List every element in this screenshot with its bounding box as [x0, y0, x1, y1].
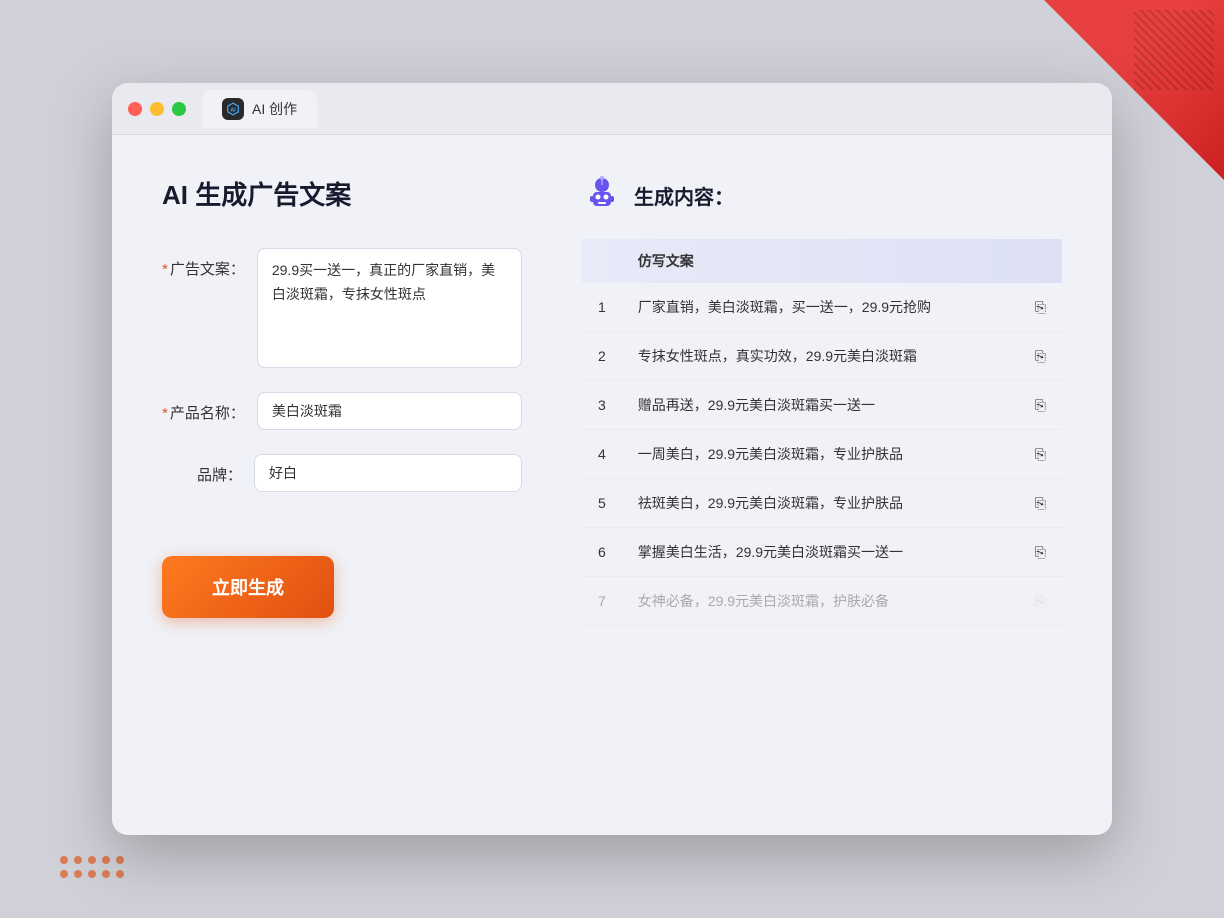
row-text: 专抹女性斑点，真实功效，29.9元美白淡斑霜: [622, 332, 1019, 381]
table-row: 4一周美白，29.9元美白淡斑霜，专业护肤品⎘: [582, 430, 1062, 479]
required-mark-product: *: [162, 405, 168, 422]
table-row: 1厂家直销，美白淡斑霜，买一送一，29.9元抢购⎘: [582, 283, 1062, 332]
product-name-input[interactable]: [257, 392, 522, 430]
table-row: 7女神必备，29.9元美白淡斑霜，护肤必备⎘: [582, 577, 1062, 626]
main-content: AI 生成广告文案 *广告文案： *产品名称： 品牌： 立: [112, 135, 1112, 835]
robot-icon: [582, 175, 622, 215]
copy-button[interactable]: ⎘: [1019, 283, 1062, 332]
minimize-button[interactable]: [150, 102, 164, 116]
table-row: 2专抹女性斑点，真实功效，29.9元美白淡斑霜⎘: [582, 332, 1062, 381]
row-number: 7: [582, 577, 622, 626]
right-title: 生成内容：: [634, 181, 734, 210]
ad-copy-label: *广告文案：: [162, 248, 245, 279]
close-button[interactable]: [128, 102, 142, 116]
svg-text:AI: AI: [230, 107, 236, 113]
table-row: 3赠品再送，29.9元美白淡斑霜买一送一⎘: [582, 381, 1062, 430]
titlebar: AI AI 创作: [112, 83, 1112, 135]
brand-input[interactable]: [254, 454, 522, 492]
table-row: 6掌握美白生活，29.9元美白淡斑霜买一送一⎘: [582, 528, 1062, 577]
copy-button[interactable]: ⎘: [1019, 528, 1062, 577]
row-text: 祛斑美白，29.9元美白淡斑霜，专业护肤品: [622, 479, 1019, 528]
col-header-copy: [1019, 239, 1062, 283]
ai-tab-icon: AI: [222, 98, 244, 120]
row-number: 1: [582, 283, 622, 332]
col-header-num: [582, 239, 622, 283]
row-number: 3: [582, 381, 622, 430]
product-name-label: *产品名称：: [162, 392, 245, 423]
brand-label: 品牌：: [162, 454, 242, 485]
row-text: 掌握美白生活，29.9元美白淡斑霜买一送一: [622, 528, 1019, 577]
row-number: 5: [582, 479, 622, 528]
dots-decoration: [60, 856, 124, 878]
maximize-button[interactable]: [172, 102, 186, 116]
table-row: 5祛斑美白，29.9元美白淡斑霜，专业护肤品⎘: [582, 479, 1062, 528]
row-number: 2: [582, 332, 622, 381]
form-group-ad-copy: *广告文案：: [162, 248, 522, 368]
copy-button[interactable]: ⎘: [1019, 479, 1062, 528]
tab-ai-creation[interactable]: AI AI 创作: [202, 90, 317, 128]
ad-copy-input[interactable]: [257, 248, 522, 368]
row-text: 赠品再送，29.9元美白淡斑霜买一送一: [622, 381, 1019, 430]
copy-button[interactable]: ⎘: [1019, 332, 1062, 381]
row-text: 厂家直销，美白淡斑霜，买一送一，29.9元抢购: [622, 283, 1019, 332]
copy-button[interactable]: ⎘: [1019, 381, 1062, 430]
row-number: 6: [582, 528, 622, 577]
browser-window: AI AI 创作 AI 生成广告文案 *广告文案： *产品名称：: [112, 83, 1112, 835]
right-header: 生成内容：: [582, 175, 1062, 215]
row-text: 女神必备，29.9元美白淡斑霜，护肤必备: [622, 577, 1019, 626]
results-table: 仿写文案 1厂家直销，美白淡斑霜，买一送一，29.9元抢购⎘2专抹女性斑点，真实…: [582, 239, 1062, 626]
row-text: 一周美白，29.9元美白淡斑霜，专业护肤品: [622, 430, 1019, 479]
table-header-row: 仿写文案: [582, 239, 1062, 283]
left-panel: AI 生成广告文案 *广告文案： *产品名称： 品牌： 立: [162, 175, 522, 795]
form-group-brand: 品牌：: [162, 454, 522, 492]
page-title: AI 生成广告文案: [162, 175, 522, 212]
col-header-text: 仿写文案: [622, 239, 1019, 283]
form-group-product-name: *产品名称：: [162, 392, 522, 430]
right-panel: 生成内容： 仿写文案 1厂家直销，美白淡斑霜，买一送一，29.9元抢购⎘2专抹女…: [582, 175, 1062, 795]
copy-button[interactable]: ⎘: [1019, 577, 1062, 626]
window-controls: [128, 102, 186, 116]
copy-button[interactable]: ⎘: [1019, 430, 1062, 479]
generate-button[interactable]: 立即生成: [162, 556, 334, 618]
row-number: 4: [582, 430, 622, 479]
tab-label: AI 创作: [252, 99, 297, 119]
required-mark-ad: *: [162, 261, 168, 278]
